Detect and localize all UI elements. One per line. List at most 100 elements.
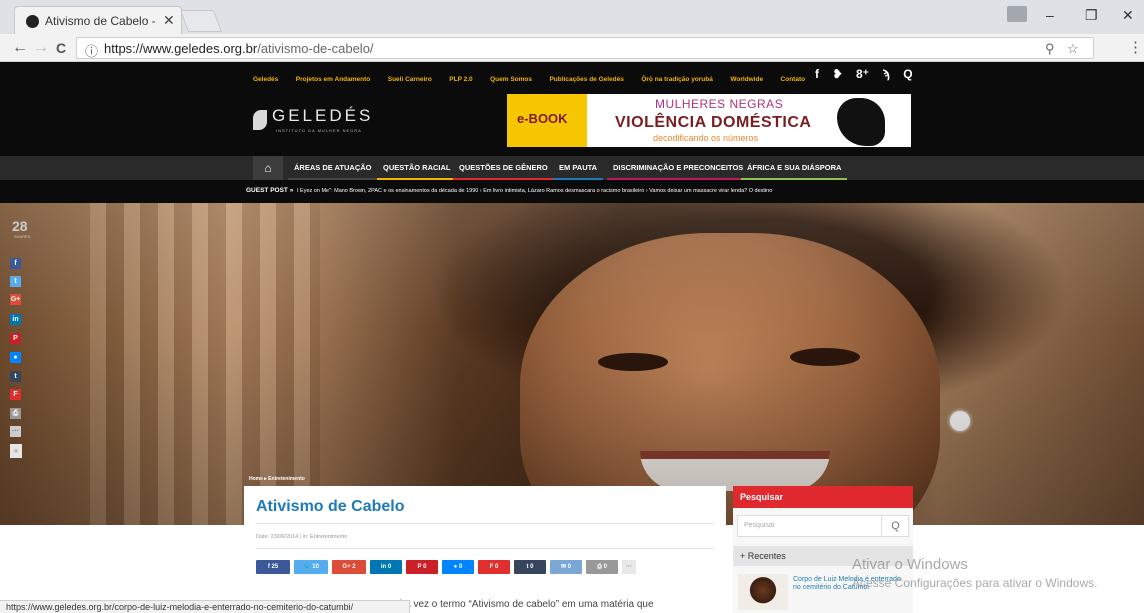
- share-count: 28: [12, 218, 28, 234]
- nav-item-questao-racial[interactable]: QUESTÃO RACIAL: [377, 156, 457, 180]
- share-count: 0: [530, 564, 534, 570]
- tab-close-icon[interactable]: ✕: [163, 12, 175, 29]
- google-plus-icon[interactable]: G+: [10, 294, 21, 305]
- nav-item-label: ÁFRICA E SUA DIÁSPORA: [747, 163, 842, 172]
- tab-title: Ativismo de Cabelo - Gel: [45, 14, 155, 28]
- nav-item-discriminacao[interactable]: DISCRIMINAÇÃO E PRECONCEITOS: [607, 156, 750, 180]
- topnav-link-projetos[interactable]: Projetos em Andamento: [296, 76, 371, 83]
- topnav-link-plp[interactable]: PLP 2.0: [449, 76, 472, 83]
- hero-overlay: [0, 203, 1144, 525]
- rss-icon[interactable]: ϡ: [882, 67, 889, 81]
- reload-icon[interactable]: C: [56, 40, 66, 56]
- sidebar-heading: Pesquisar: [733, 486, 913, 508]
- nav-item-africa[interactable]: ÁFRICA E SUA DIÁSPORA: [741, 156, 848, 180]
- restore-button[interactable]: ❐: [1085, 7, 1098, 24]
- facebook-icon: f: [267, 564, 270, 570]
- share-count: 2: [352, 564, 356, 570]
- topnav-link-sueli-carneiro[interactable]: Sueli Carneiro: [388, 76, 432, 83]
- flipboard-icon[interactable]: F: [10, 389, 21, 400]
- ticker-headlines[interactable]: I Eyez on Me": Mano Brown, 2PAC e os ens…: [297, 188, 917, 194]
- ebook-label: e-BOOK: [517, 111, 568, 126]
- share-count: 0: [423, 564, 427, 570]
- nav-item-label: DISCRIMINAÇÃO E PRECONCEITOS: [613, 163, 744, 172]
- share-twitter-button[interactable]: 🐦 10: [294, 560, 328, 574]
- google-plus-icon: G+: [342, 564, 351, 570]
- messenger-icon[interactable]: ●: [10, 352, 21, 363]
- breadcrumb[interactable]: Home ▸ Entretenimento: [249, 476, 305, 482]
- site-info-icon[interactable]: ⓘ: [85, 41, 98, 60]
- zoom-icon[interactable]: ⚲: [1045, 41, 1055, 57]
- share-count-label: SHARES: [14, 234, 31, 239]
- minimize-button[interactable]: –: [1046, 7, 1054, 23]
- close-window-button[interactable]: ✕: [1122, 7, 1134, 24]
- twitter-icon[interactable]: t: [10, 276, 21, 287]
- nav-item-em-pauta[interactable]: EM PAUTA: [553, 156, 604, 180]
- search-input[interactable]: Pesquisar: [744, 522, 775, 529]
- share-print-button[interactable]: ⎙ 0: [586, 560, 618, 574]
- topnav-link-contato[interactable]: Contato: [781, 76, 806, 83]
- ebook-badge: e-BOOK: [507, 94, 587, 147]
- share-google-plus-button[interactable]: G+ 2: [332, 560, 366, 574]
- share-facebook-button[interactable]: f 25: [256, 560, 290, 574]
- windows-activation-text: Acesse Configurações para ativar o Windo…: [852, 576, 1098, 590]
- site-logo[interactable]: GELEDÉS: [272, 106, 373, 126]
- profile-icon[interactable]: [1007, 6, 1027, 22]
- url-text[interactable]: https://www.geledes.org.br/ativismo-de-c…: [104, 41, 374, 56]
- print-icon[interactable]: ⎙: [10, 408, 21, 419]
- topnav-link-worldwide[interactable]: Worldwide: [730, 76, 763, 83]
- back-arrow-icon[interactable]: ←: [12, 39, 28, 57]
- more-icon[interactable]: ···: [10, 426, 21, 437]
- topnav-link-oro[interactable]: Ọ̀rọ̀ na tradição yorubá: [641, 76, 713, 83]
- pinterest-icon[interactable]: P: [10, 333, 21, 344]
- share-email-button[interactable]: ✉ 0: [550, 560, 582, 574]
- recent-post-thumbnail[interactable]: [738, 574, 788, 610]
- share-count: 25: [271, 564, 279, 570]
- topnav-link-geledes[interactable]: Geledés: [253, 76, 278, 83]
- browser-menu-icon[interactable]: ⋮: [1128, 38, 1143, 56]
- bookmark-star-icon[interactable]: ☆: [1067, 41, 1079, 57]
- forward-arrow-icon[interactable]: →: [33, 39, 49, 57]
- ebook-banner[interactable]: e-BOOK MULHERES NEGRAS VIOLÊNCIA DOMÉSTI…: [507, 94, 911, 147]
- share-count: 0: [495, 564, 499, 570]
- twitter-icon[interactable]: ❥: [832, 67, 842, 81]
- share-more-button[interactable]: ···: [622, 560, 636, 574]
- windows-activation-title: Ativar o Windows: [852, 556, 968, 573]
- logo-icon[interactable]: [253, 110, 267, 130]
- share-tumblr-button[interactable]: t 0: [514, 560, 546, 574]
- browser-tab[interactable]: Ativismo de Cabelo - Gel ✕: [14, 6, 182, 34]
- share-linkedin-button[interactable]: in 0: [370, 560, 402, 574]
- tumblr-icon: t: [526, 564, 529, 570]
- news-ticker: GUEST POST » I Eyez on Me": Mano Brown, …: [0, 180, 1144, 203]
- facebook-icon[interactable]: f: [10, 258, 21, 269]
- browser-toolbar: ← → C ⓘ https://www.geledes.org.br/ativi…: [0, 34, 1144, 62]
- print-icon: ⎙: [597, 564, 602, 570]
- google-plus-icon[interactable]: 8⁺: [856, 67, 869, 81]
- new-tab-button[interactable]: [179, 10, 223, 32]
- nav-item-questoes-genero[interactable]: QUESTÕES DE GÊNERO: [453, 156, 554, 180]
- share-messenger-button[interactable]: ● 0: [442, 560, 474, 574]
- site-top-nav: Geledés Projetos em Andamento Sueli Carn…: [0, 62, 1144, 84]
- share-count: 0: [603, 564, 607, 570]
- collapse-share-icon[interactable]: «: [10, 444, 22, 458]
- address-bar[interactable]: ⓘ https://www.geledes.org.br/ativismo-de…: [76, 37, 1094, 59]
- search-icon[interactable]: Q: [881, 516, 909, 536]
- share-count: 0: [387, 564, 392, 570]
- linkedin-icon[interactable]: in: [10, 314, 21, 325]
- nav-item-label: QUESTÃO RACIAL: [383, 163, 451, 172]
- ticker-label: GUEST POST »: [246, 187, 294, 194]
- share-pinterest-button[interactable]: P 0: [406, 560, 438, 574]
- tumblr-icon[interactable]: t: [10, 371, 21, 382]
- share-flipboard-button[interactable]: F 0: [478, 560, 510, 574]
- topnav-link-publicacoes[interactable]: Publicações de Geledés: [549, 76, 623, 83]
- pinterest-icon: P: [417, 564, 422, 570]
- linkedin-icon: in: [380, 564, 387, 570]
- banner-line-3: decodificando os números: [653, 133, 759, 143]
- search-icon[interactable]: Q: [903, 67, 912, 81]
- topnav-link-quem-somos[interactable]: Quem Somos: [490, 76, 532, 83]
- home-icon[interactable]: ⌂: [253, 156, 283, 180]
- nav-item-areas[interactable]: ÁREAS DE ATUAÇÃO: [288, 156, 378, 180]
- article-body-text: eira vez o termo “Ativismo de cabelo” em…: [394, 599, 654, 610]
- banner-silhouette-image: [837, 98, 885, 146]
- facebook-icon[interactable]: f: [815, 67, 819, 81]
- browser-tab-strip: Ativismo de Cabelo - Gel ✕ – ❐ ✕: [0, 0, 1144, 34]
